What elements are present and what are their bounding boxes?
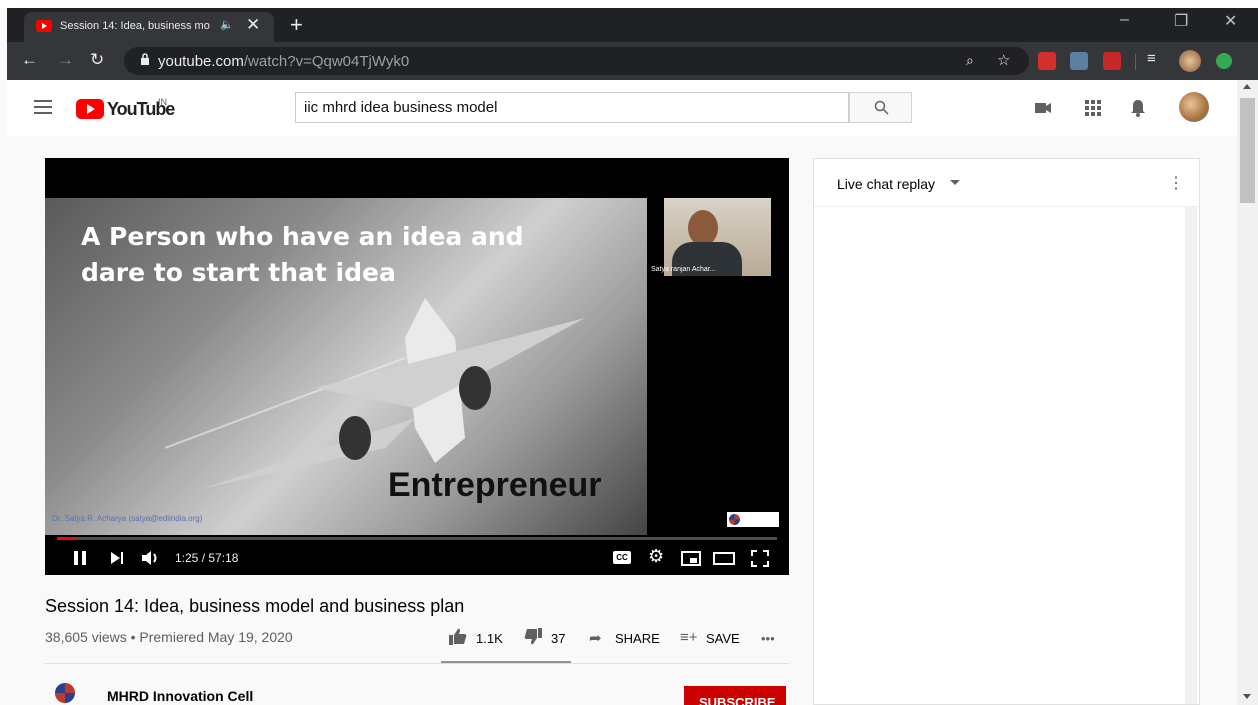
search-box[interactable] xyxy=(295,92,849,123)
apps-grid-icon[interactable] xyxy=(1083,98,1103,118)
notifications-bell-icon[interactable] xyxy=(1128,98,1148,118)
progress-bar[interactable] xyxy=(57,537,777,540)
chat-header: Live chat replay ⋮ xyxy=(814,159,1199,207)
url-host: youtube.com xyxy=(158,53,244,70)
url-text: youtube.com/watch?v=Qqw04TjWyk0 xyxy=(158,53,409,70)
time-display: 1:25 / 57:18 xyxy=(175,551,239,565)
share-arrow-icon[interactable]: ➦ xyxy=(589,629,602,647)
browser-top-edge xyxy=(0,0,1258,8)
video-player[interactable]: A Person who have an idea and dare to st… xyxy=(45,158,789,575)
youtube-favicon-icon xyxy=(36,20,52,32)
search-button[interactable] xyxy=(849,92,912,123)
create-video-icon[interactable] xyxy=(1033,98,1053,118)
new-tab-button[interactable]: + xyxy=(290,12,303,38)
lock-icon xyxy=(141,53,149,65)
pause-icon[interactable] xyxy=(73,551,87,565)
video-title: Session 14: Idea, business model and bus… xyxy=(45,596,465,616)
fullscreen-icon[interactable] xyxy=(751,550,769,567)
channel-name[interactable]: MHRD Innovation Cell xyxy=(107,688,253,704)
pdf-extension-icon[interactable] xyxy=(1103,52,1121,70)
reload-icon[interactable]: ↻ xyxy=(90,50,104,70)
chevron-down-icon[interactable] xyxy=(950,180,960,185)
chat-more-options-icon[interactable]: ⋮ xyxy=(1168,173,1184,193)
speaker-name: Satya ranjan Achar... xyxy=(651,266,716,273)
slide-text-line1: A Person who have an idea and xyxy=(81,222,524,251)
country-code: IN xyxy=(158,97,167,107)
theater-mode-icon[interactable] xyxy=(713,552,735,565)
airplane-image xyxy=(165,298,585,488)
search-icon xyxy=(874,100,889,115)
browser-tab-active[interactable]: Session 14: Idea, business model and b 🔈… xyxy=(24,12,274,42)
progress-fill xyxy=(57,537,75,540)
window-close-button[interactable]: ✕ xyxy=(1224,11,1237,31)
chat-mode-dropdown[interactable]: Live chat replay xyxy=(837,176,935,192)
zoom-icon[interactable]: ⌕ xyxy=(966,52,974,69)
slide-credit: Dr. Satya R. Acharya (satya@ediindia.org… xyxy=(52,514,203,523)
page-scrollbar[interactable] xyxy=(1237,80,1258,705)
player-controls: 1:25 / 57:18 CC ⚙ xyxy=(45,541,789,575)
window-minimize-button[interactable]: – xyxy=(1120,11,1129,29)
tab-audio-icon[interactable]: 🔈 xyxy=(220,18,234,31)
bookmark-star-icon[interactable]: ☆ xyxy=(997,51,1010,69)
scroll-thumb[interactable] xyxy=(1240,98,1255,203)
dislike-thumb-icon[interactable] xyxy=(524,628,542,645)
youtube-header: YouTube IN xyxy=(7,80,1237,136)
account-avatar[interactable] xyxy=(1179,92,1209,122)
browser-tab-strip: Session 14: Idea, business model and b 🔈… xyxy=(7,8,1258,42)
extension-green-icon[interactable] xyxy=(1216,53,1232,69)
channel-avatar[interactable] xyxy=(52,682,78,704)
subscribe-label: SUBSCRIBE xyxy=(699,695,776,705)
volume-icon[interactable] xyxy=(142,550,162,566)
slide-text-line2: dare to start that idea xyxy=(81,258,396,287)
like-count[interactable]: 1.1K xyxy=(476,631,503,646)
forward-arrow-icon[interactable]: → xyxy=(57,50,74,70)
section-divider xyxy=(45,663,789,664)
speaker-face xyxy=(688,210,718,246)
more-actions-button[interactable]: ••• xyxy=(761,631,775,646)
scroll-down-icon[interactable] xyxy=(1243,694,1251,699)
subscribe-button[interactable]: SUBSCRIBE xyxy=(684,686,786,705)
toolbar-divider xyxy=(1135,54,1136,70)
browser-toolbar: ← → ↻ youtube.com/watch?v=Qqw04TjWyk0 ⌕ … xyxy=(7,42,1258,80)
menu-icon[interactable] xyxy=(34,100,52,114)
scroll-up-icon[interactable] xyxy=(1243,84,1251,89)
tab-close-icon[interactable]: ✕ xyxy=(246,15,260,35)
captions-icon[interactable]: CC xyxy=(613,551,631,564)
live-chat-panel: Live chat replay ⋮ xyxy=(813,158,1200,705)
tab-title: Session 14: Idea, business model and b xyxy=(60,20,210,32)
like-thumb-icon[interactable] xyxy=(449,628,467,645)
address-bar[interactable]: youtube.com/watch?v=Qqw04TjWyk0 ⌕ ☆ xyxy=(124,47,1029,75)
url-path: /watch?v=Qqw04TjWyk0 xyxy=(243,53,410,70)
back-arrow-icon[interactable]: ← xyxy=(21,50,38,70)
settings-gear-icon[interactable]: ⚙ xyxy=(648,546,664,567)
speaker-webcam xyxy=(664,198,771,276)
slide-frame: A Person who have an idea and dare to st… xyxy=(45,198,647,535)
dislike-count[interactable]: 37 xyxy=(551,631,565,646)
profile-avatar[interactable] xyxy=(1179,50,1201,72)
video-view-count: 38,605 views • Premiered May 19, 2020 xyxy=(45,629,293,645)
miniplayer-icon[interactable] xyxy=(681,551,701,566)
save-playlist-icon[interactable]: ≡+ xyxy=(680,629,698,646)
chat-scrollbar[interactable] xyxy=(1185,207,1197,704)
puzzle-extension-icon[interactable] xyxy=(1070,52,1088,70)
extension-icon[interactable] xyxy=(1038,52,1056,70)
share-button[interactable]: SHARE xyxy=(615,631,660,646)
next-icon[interactable] xyxy=(111,552,124,564)
slide-keyword: Entrepreneur xyxy=(388,466,602,504)
media-control-icon[interactable]: ≡ xyxy=(1147,50,1156,67)
iic-watermark-logo xyxy=(727,512,779,527)
save-button[interactable]: SAVE xyxy=(706,631,740,646)
search-input[interactable] xyxy=(304,99,834,116)
window-restore-button[interactable]: ❐ xyxy=(1174,11,1188,31)
youtube-play-icon xyxy=(76,99,104,119)
